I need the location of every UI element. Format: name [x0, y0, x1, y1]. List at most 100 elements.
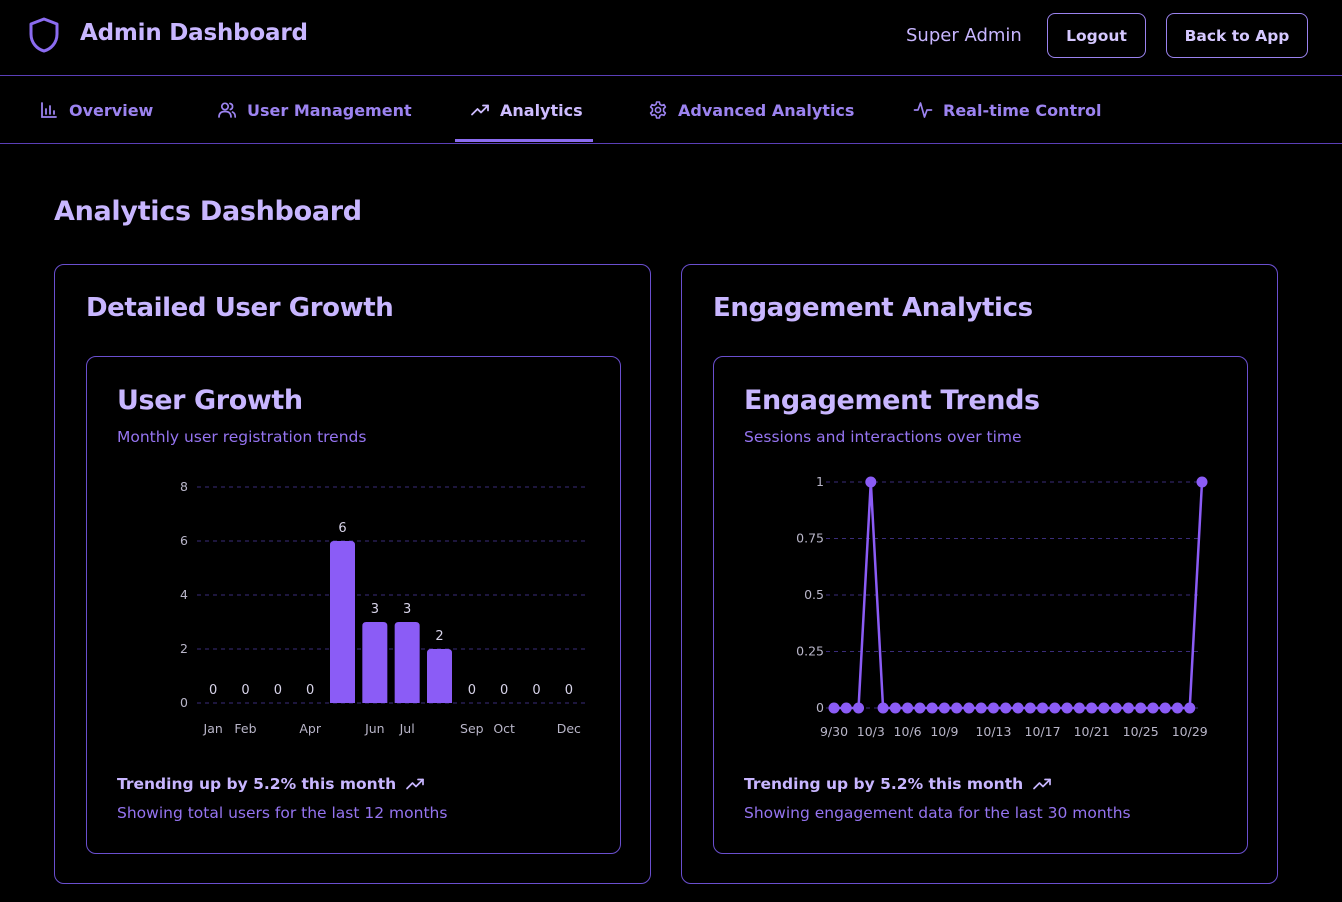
tab-overview[interactable]: Overview — [39, 77, 153, 143]
trending-up-icon — [406, 778, 425, 790]
x-tick-label: 10/6 — [894, 724, 922, 739]
data-point — [1098, 702, 1110, 714]
x-tick-label: 10/13 — [975, 724, 1011, 739]
tab-overview-label: Overview — [69, 100, 154, 120]
bar-value-label: 0 — [468, 683, 476, 698]
bar — [427, 649, 452, 703]
section-title: Engagement Analytics — [713, 293, 1033, 323]
tab-advanced-analytics-label: Advanced Analytics — [678, 100, 855, 120]
x-tick-label: 10/17 — [1025, 724, 1061, 739]
tab-real-time-control-label: Real-time Control — [943, 100, 1102, 120]
trend-text: Trending up by 5.2% this month — [117, 775, 397, 793]
trend-text: Trending up by 5.2% this month — [744, 775, 1024, 793]
data-point — [889, 702, 901, 714]
x-tick-label: 10/25 — [1123, 724, 1159, 739]
y-tick-label: 4 — [180, 587, 188, 602]
tab-advanced-analytics[interactable]: Advanced Analytics — [648, 77, 854, 143]
tab-real-time-control[interactable]: Real-time Control — [913, 77, 1101, 143]
data-point — [1196, 476, 1208, 488]
x-tick-label: Jul — [399, 721, 415, 736]
x-tick-label: 10/29 — [1172, 724, 1208, 739]
data-point — [1024, 702, 1036, 714]
bar-value-label: 0 — [565, 683, 573, 698]
tab-user-management-label: User Management — [247, 100, 412, 120]
logout-button[interactable]: Logout — [1047, 13, 1146, 58]
engagement-chart-card: Engagement Trends Sessions and interacti… — [713, 356, 1248, 854]
user-role-label: Super Admin — [906, 25, 1022, 46]
trending-up-icon — [1033, 778, 1052, 790]
tab-bar: Overview User Management Analytics Advan… — [0, 77, 1342, 144]
x-tick-label: Feb — [234, 721, 256, 736]
back-to-app-button[interactable]: Back to App — [1166, 13, 1308, 58]
chart-footnote: Showing engagement data for the last 30 … — [744, 804, 1131, 822]
bar-value-label: 0 — [532, 683, 540, 698]
data-point — [1012, 702, 1024, 714]
y-tick-label: 0 — [816, 700, 824, 715]
trending-up-icon — [471, 104, 489, 116]
active-tab-indicator — [455, 139, 593, 142]
y-tick-label: 1 — [816, 474, 824, 489]
x-tick-label: Oct — [493, 721, 515, 736]
y-tick-label: 6 — [180, 533, 188, 548]
tab-analytics[interactable]: Analytics — [470, 77, 583, 143]
data-point — [902, 702, 914, 714]
trend-summary: Trending up by 5.2% this month — [744, 774, 1052, 794]
x-tick-label: Dec — [557, 721, 581, 736]
data-point — [1135, 702, 1147, 714]
x-tick-label: 10/9 — [930, 724, 958, 739]
data-point — [963, 702, 975, 714]
bar-value-label: 6 — [338, 521, 346, 536]
data-point — [975, 702, 987, 714]
data-point — [914, 702, 926, 714]
y-tick-label: 0.75 — [796, 531, 824, 546]
y-tick-label: 0.25 — [796, 644, 824, 659]
x-tick-label: 10/21 — [1074, 724, 1110, 739]
x-tick-label: Jun — [364, 721, 385, 736]
bar-value-label: 3 — [371, 602, 379, 617]
y-tick-label: 0 — [180, 695, 188, 710]
data-point — [828, 702, 840, 714]
section-title: Detailed User Growth — [86, 293, 394, 323]
data-point — [987, 702, 999, 714]
bar-chart-icon — [41, 102, 57, 118]
data-point — [865, 476, 877, 488]
data-point — [1049, 702, 1061, 714]
x-tick-label: Jan — [203, 721, 223, 736]
page-title: Analytics Dashboard — [54, 196, 362, 227]
top-bar: Admin Dashboard Super Admin Logout Back … — [0, 0, 1342, 76]
bar-value-label: 0 — [500, 683, 508, 698]
data-point — [1184, 702, 1196, 714]
y-tick-label: 2 — [180, 641, 188, 656]
users-icon — [218, 102, 237, 118]
app-title: Admin Dashboard — [80, 20, 308, 46]
bar — [394, 622, 420, 703]
tab-analytics-label: Analytics — [500, 100, 583, 120]
data-point — [1171, 702, 1183, 714]
x-tick-label: 10/3 — [857, 724, 885, 739]
y-tick-label: 8 — [180, 479, 188, 494]
shield-icon — [29, 17, 59, 53]
data-point — [926, 702, 938, 714]
bar-value-label: 2 — [435, 629, 443, 644]
bar-value-label: 0 — [274, 683, 282, 698]
gear-icon — [649, 101, 667, 119]
chart-footnote: Showing total users for the last 12 mont… — [117, 804, 448, 822]
data-point — [1073, 702, 1085, 714]
bar — [362, 622, 388, 703]
data-point — [1122, 702, 1134, 714]
bar — [330, 541, 355, 703]
data-point — [877, 702, 889, 714]
user-growth-section: Detailed User Growth User Growth Monthly… — [54, 264, 651, 884]
trend-summary: Trending up by 5.2% this month — [117, 774, 425, 794]
bar-value-label: 3 — [403, 602, 411, 617]
data-point — [1000, 702, 1012, 714]
data-point — [938, 702, 950, 714]
engagement-section: Engagement Analytics Engagement Trends S… — [681, 264, 1278, 884]
y-tick-label: 0.5 — [804, 587, 824, 602]
tab-user-management[interactable]: User Management — [217, 77, 412, 143]
data-point — [1037, 702, 1049, 714]
bar-value-label: 0 — [209, 683, 217, 698]
data-point — [1061, 702, 1073, 714]
data-point — [951, 702, 963, 714]
data-point — [1147, 702, 1159, 714]
